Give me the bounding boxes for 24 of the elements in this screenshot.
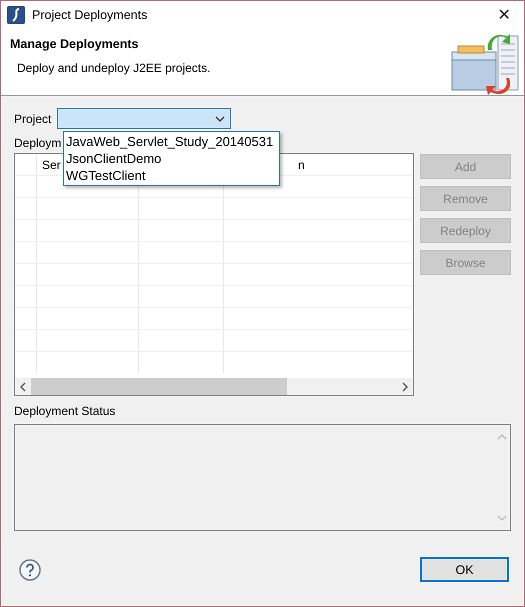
column-header[interactable]: n <box>298 158 305 172</box>
chevron-down-icon <box>215 116 226 122</box>
scroll-down-icon[interactable] <box>496 514 506 522</box>
window-title: Project Deployments <box>32 8 148 22</box>
close-button[interactable]: ✕ <box>484 1 524 28</box>
scroll-up-icon[interactable] <box>496 433 506 441</box>
page-description: Deploy and undeploy J2EE projects. <box>16 61 210 75</box>
dropdown-option[interactable]: JsonClientDemo <box>64 150 276 167</box>
project-label: Project <box>14 112 52 126</box>
help-icon[interactable] <box>19 558 41 580</box>
scroll-left-icon[interactable] <box>19 382 27 392</box>
project-dropdown[interactable] <box>57 108 232 129</box>
deploy-box-icon <box>450 32 520 96</box>
horizontal-scrollbar[interactable] <box>15 378 413 395</box>
page-title: Manage Deployments <box>10 37 140 51</box>
dropdown-option[interactable]: JavaWeb_Servlet_Study_20140531 <box>64 133 276 150</box>
scroll-right-icon[interactable] <box>401 382 409 392</box>
column-header[interactable]: Ser <box>42 158 61 172</box>
status-label: Deployment Status <box>14 404 116 418</box>
dropdown-option[interactable]: WGTestClient <box>64 167 276 184</box>
deployments-label: Deploym <box>14 136 62 150</box>
app-icon <box>7 6 25 24</box>
ok-button[interactable]: OK <box>420 557 509 582</box>
status-area[interactable] <box>14 424 511 531</box>
